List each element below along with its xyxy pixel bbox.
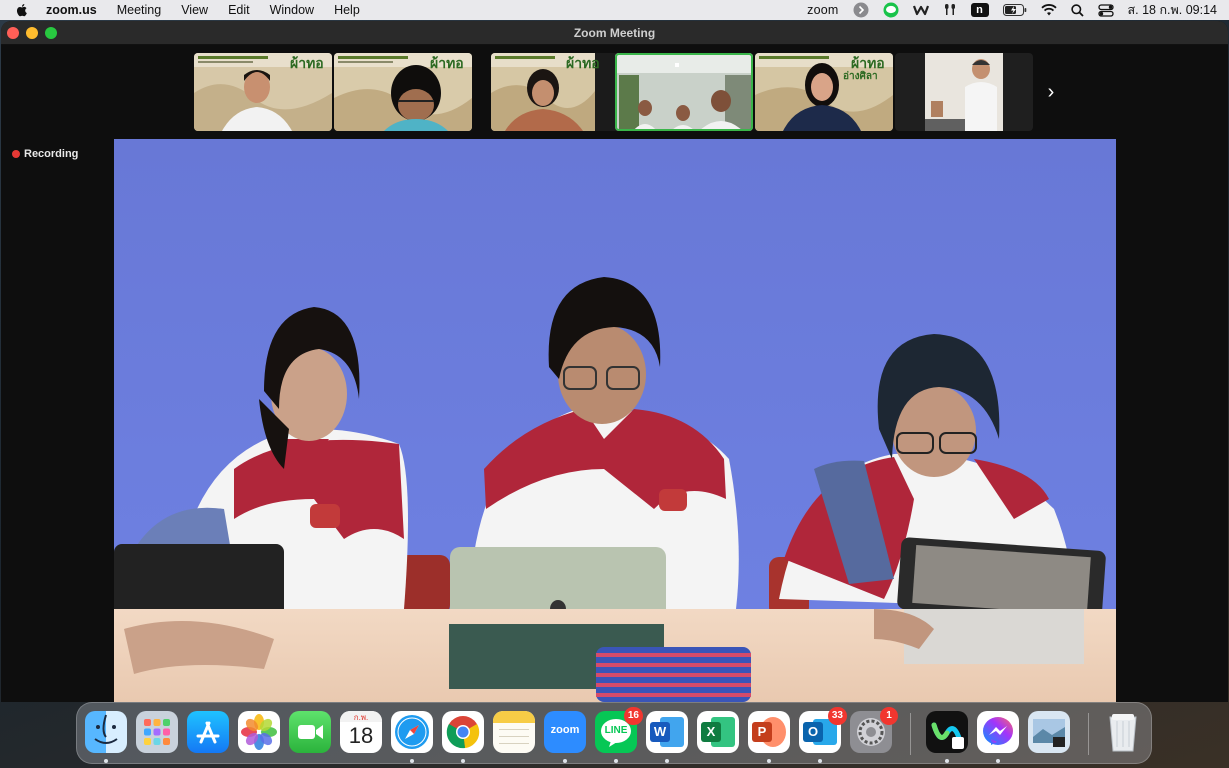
chevron-right-icon[interactable]: › <box>1041 81 1061 103</box>
participant-thumbnail-6[interactable] <box>895 53 1033 131</box>
wifi-icon[interactable] <box>1040 4 1057 16</box>
participant-6-video <box>925 53 1003 131</box>
tray-n-icon[interactable]: n <box>970 3 989 17</box>
participant-2-banner: ผ้าทอ <box>430 55 464 71</box>
participant-thumbnail-4[interactable] <box>615 53 753 131</box>
chrome-icon[interactable] <box>442 711 484 753</box>
messenger-running-dot <box>996 759 1000 763</box>
tray-w-icon[interactable] <box>912 3 929 17</box>
outlook-icon[interactable]: O 33 <box>799 707 847 753</box>
desktop: zoom.us Meeting View Edit Window Help zo… <box>0 0 1229 768</box>
spotlight-search-icon[interactable] <box>1070 3 1084 17</box>
word-icon[interactable]: W <box>646 711 688 753</box>
recording-indicator[interactable]: Recording <box>12 148 78 160</box>
zoom-app-icon[interactable]: zoom <box>544 711 586 753</box>
outlook-letter: O <box>807 724 819 739</box>
recording-label: Recording <box>24 148 79 160</box>
powerpoint-running-dot <box>767 759 771 763</box>
tray-line-icon[interactable] <box>883 2 899 18</box>
menu-window[interactable]: Window <box>270 3 314 17</box>
menu-help[interactable]: Help <box>334 3 360 17</box>
notes-line-2 <box>499 736 529 737</box>
word-running-dot <box>665 759 669 763</box>
participant-thumbnail-3[interactable]: ผ้าทอ <box>491 53 629 131</box>
line-running-dot <box>614 759 618 763</box>
line-badge: 16 <box>623 707 643 725</box>
finder-running-dot <box>104 759 108 763</box>
excel-letter: X <box>706 724 716 739</box>
powerpoint-icon[interactable]: P <box>748 711 790 753</box>
dock-separator <box>910 713 911 755</box>
notes-icon[interactable] <box>493 711 535 753</box>
participant-5-banner-sub: อ่างศิลา <box>843 71 878 82</box>
webex-icon[interactable] <box>926 711 968 753</box>
participant-thumbnail-5[interactable]: ผ้าทอ อ่างศิลา <box>755 53 893 131</box>
settings-badge: 1 <box>880 707 898 725</box>
finder-icon[interactable] <box>85 711 127 753</box>
chrome-running-dot <box>461 759 465 763</box>
safari-running-dot <box>410 759 414 763</box>
participant-1-banner: ผ้าทอ <box>290 55 324 71</box>
menu-view[interactable]: View <box>181 3 208 17</box>
zoom-running-dot <box>563 759 567 763</box>
word-letter: W <box>653 724 667 739</box>
notes-header <box>493 711 535 723</box>
main-speaker-video[interactable] <box>114 139 1116 702</box>
facetime-icon[interactable] <box>289 711 331 753</box>
webex-running-dot <box>945 759 949 763</box>
powerpoint-letter: P <box>757 724 767 739</box>
preview-icon[interactable] <box>1028 711 1070 753</box>
dock-separator-2 <box>1088 713 1089 755</box>
calendar-day: 18 <box>348 723 374 748</box>
status-tray: zoom n ส. 18 ก.พ. 09:14 <box>807 0 1217 20</box>
tray-play-icon[interactable] <box>853 2 869 18</box>
menu-edit[interactable]: Edit <box>228 3 250 17</box>
outlook-badge: 33 <box>827 707 847 725</box>
control-center-icon[interactable] <box>1097 3 1114 17</box>
participant-thumbnail-1[interactable]: ผ้าทอ <box>194 53 332 131</box>
striped-cloth <box>596 647 751 702</box>
messenger-icon[interactable] <box>977 711 1019 753</box>
apple-icon[interactable] <box>14 2 30 18</box>
main-video-scene <box>114 139 1116 702</box>
recording-dot-icon <box>12 150 20 158</box>
menu-app-zoom[interactable]: zoom.us <box>46 3 97 17</box>
notes-line-3 <box>499 743 529 744</box>
tray-airpods-icon[interactable] <box>943 3 957 17</box>
app-store-icon[interactable] <box>187 711 229 753</box>
participant-4-video <box>615 53 753 131</box>
participant-thumbnail-2[interactable]: ผ้าทอ <box>334 53 472 131</box>
tray-n-label: n <box>976 4 983 16</box>
photos-icon[interactable] <box>238 711 280 753</box>
participant-3-banner: ผ้าทอ <box>566 55 600 71</box>
launchpad-icon[interactable] <box>136 711 178 753</box>
trash-icon[interactable] <box>1102 711 1144 753</box>
window-title: Zoom Meeting <box>573 26 656 40</box>
menu-bar: zoom.us Meeting View Edit Window Help zo… <box>0 0 1229 20</box>
line-app-label: LINE <box>604 725 628 736</box>
notes-line-1 <box>499 729 529 730</box>
calendar-icon[interactable]: ก.พ. 18 <box>340 711 382 753</box>
safari-icon[interactable] <box>391 711 433 753</box>
menu-meeting[interactable]: Meeting <box>117 3 161 17</box>
zoom-app-label: zoom <box>550 724 580 736</box>
zoom-meeting-window: Zoom Meeting ผ้าทอ ผ้าทอ ผ้าทอ ผ้าทอ อ่า… <box>1 21 1228 702</box>
menu-clock[interactable]: ส. 18 ก.พ. 09:14 <box>1128 0 1217 20</box>
excel-icon[interactable]: X <box>697 711 739 753</box>
dock: ก.พ. 18 zoom LINE 16 W X P O 33 1 <box>76 702 1152 764</box>
system-settings-icon[interactable]: 1 <box>850 707 898 753</box>
battery-icon[interactable] <box>1002 4 1027 16</box>
line-app-icon[interactable]: LINE 16 <box>595 707 643 753</box>
tray-zoom-text[interactable]: zoom <box>807 3 838 17</box>
outlook-running-dot <box>818 759 822 763</box>
window-titlebar[interactable]: Zoom Meeting <box>1 21 1228 45</box>
